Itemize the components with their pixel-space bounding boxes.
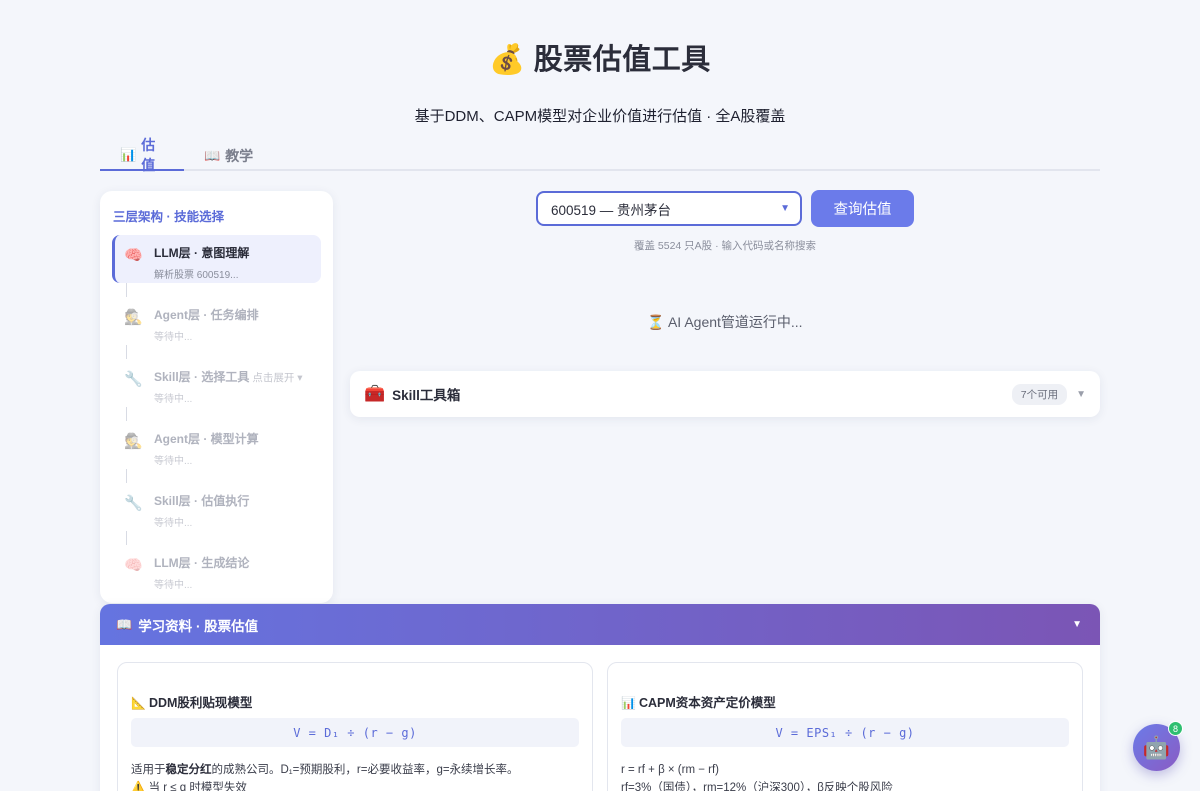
step-connector	[126, 407, 321, 421]
step-connector	[126, 283, 321, 297]
available-count-badge: 7个可用	[1011, 383, 1068, 405]
step-label: LLM层 · 生成结论	[154, 556, 250, 570]
pipeline-step-skill-execute[interactable]: 🔧 Skill层 · 估值执行 等待中...	[112, 483, 321, 531]
step-connector	[126, 531, 321, 545]
ddm-model-card: 📐 DDM股利贴现模型 V = D₁ ÷ (r − g) 适用于稳定分红的成熟公司…	[117, 662, 593, 791]
learning-panel-header[interactable]: 📖 学习资料 · 股票估值 ▼	[100, 604, 1100, 645]
step-label: Skill层 · 选择工具 点击展开 ▾	[154, 368, 303, 385]
toolbox-icon: 🧰	[364, 384, 386, 403]
desc-suffix: 的成熟公司。D₁=预期股利，r=必要收益率，g=永续增长率。	[211, 764, 519, 776]
desc-bold: 稳定分红	[165, 764, 212, 776]
model-cards: 📐 DDM股利贴现模型 V = D₁ ÷ (r − g) 适用于稳定分红的成熟公司…	[100, 645, 1100, 791]
card-title-text: DDM股利贴现模型	[148, 696, 253, 710]
pipeline-step-agent-orchestrate[interactable]: 🕵️ Agent层 · 任务编排 等待中...	[112, 297, 321, 345]
book-icon: 📖	[204, 147, 221, 163]
stock-select[interactable]: 600519 — 贵州茅台 ▼	[536, 191, 802, 226]
step-status: 等待中...	[154, 332, 193, 343]
brain-icon: 🧠	[124, 557, 143, 574]
step-status: 等待中...	[154, 580, 193, 591]
capm-formula-line: r = rf + β × (rm − rf)	[621, 764, 719, 776]
query-valuation-button[interactable]: 查询估值	[811, 190, 914, 227]
step-label: LLM层 · 意图理解	[154, 246, 250, 260]
pipeline-step-agent-compute[interactable]: 🕵️ Agent层 · 模型计算 等待中...	[112, 421, 321, 469]
triangle-ruler-icon: 📐	[131, 696, 146, 710]
stock-search-row: 600519 — 贵州茅台 ▼ 查询估值	[536, 190, 914, 227]
toolbox-title: Skill工具箱	[392, 388, 461, 403]
ddm-description: 适用于稳定分红的成熟公司。D₁=预期股利，r=必要收益率，g=永续增长率。 ⚠️…	[131, 761, 579, 791]
robot-icon: 🤖	[1142, 734, 1171, 760]
book-icon: 📖	[116, 616, 133, 632]
tab-bar: 📊 估值 📖 教学	[100, 137, 1100, 173]
card-title: 📐 DDM股利贴现模型	[131, 692, 579, 711]
learning-panel-title: 学习资料 · 股票估值	[138, 618, 259, 634]
step-status: 等待中...	[154, 456, 193, 467]
tab-valuation[interactable]: 📊 估值	[100, 137, 184, 173]
detective-icon: 🕵️	[124, 433, 143, 450]
money-bag-icon: 💰	[489, 44, 526, 76]
pipeline-step-skill-select[interactable]: 🔧 Skill层 · 选择工具 点击展开 ▾ 等待中...	[112, 359, 321, 407]
detective-icon: 🕵️	[124, 309, 143, 326]
step-status: 等待中...	[154, 518, 193, 529]
wrench-icon: 🔧	[124, 495, 143, 512]
chart-icon: 📊	[621, 696, 636, 710]
step-connector	[126, 345, 321, 359]
capm-description: r = rf + β × (rm − rf) rf=3%（国债），rm=12%（…	[621, 761, 1069, 791]
page-header: 💰 股票估值工具 基于DDM、CAPM模型对企业价值进行估值 · 全A股覆盖	[0, 0, 1200, 126]
tab-label: 估值	[141, 136, 156, 173]
step-label: Skill层 · 估值执行	[154, 494, 250, 508]
card-title-text: CAPM资本资产定价模型	[638, 696, 776, 710]
capm-model-card: 📊 CAPM资本资产定价模型 V = EPS₁ ÷ (r − g) r = rf …	[607, 662, 1083, 791]
card-title: 📊 CAPM资本资产定价模型	[621, 692, 1069, 711]
brain-icon: 🧠	[124, 247, 143, 264]
page-title-text: 股票估值工具	[533, 44, 711, 76]
chevron-down-icon[interactable]: ▼	[1072, 619, 1082, 630]
pipeline-step-llm-intent[interactable]: 🧠 LLM层 · 意图理解 解析股票 600519...	[112, 235, 321, 283]
stock-select-value: 600519 — 贵州茅台	[551, 202, 672, 218]
step-label: Agent层 · 任务编排	[154, 308, 259, 322]
expand-hint[interactable]: 点击展开 ▾	[252, 372, 302, 384]
ddm-warning: ⚠️ 当 r ≤ g 时模型失效	[131, 782, 247, 791]
chevron-down-icon[interactable]: ▼	[1076, 389, 1086, 400]
capm-formula: V = EPS₁ ÷ (r − g)	[621, 718, 1069, 747]
step-connector	[126, 469, 321, 483]
pipeline-step-llm-conclusion[interactable]: 🧠 LLM层 · 生成结论 等待中...	[112, 545, 321, 593]
tab-teaching[interactable]: 📖 教学	[184, 140, 273, 171]
step-label-text: Skill层 · 选择工具	[154, 370, 250, 384]
step-label: Agent层 · 模型计算	[154, 432, 259, 446]
notification-badge: 8	[1168, 721, 1183, 736]
learning-materials-panel: 📖 学习资料 · 股票估值 ▼ 📐 DDM股利贴现模型 V = D₁ ÷ (r −…	[100, 604, 1100, 791]
page-title: 💰 股票估值工具	[0, 36, 1200, 78]
sidebar-title: 三层架构 · 技能选择	[113, 210, 225, 224]
step-status: 等待中...	[154, 394, 193, 405]
ddm-formula: V = D₁ ÷ (r − g)	[131, 718, 579, 747]
step-status: 解析股票 600519...	[154, 270, 239, 281]
capm-params-line: rf=3%（国债），rm=12%（沪深300），β反映个股风险	[621, 782, 893, 791]
skill-toolbox-panel[interactable]: 🧰 Skill工具箱 7个可用 ▼	[350, 371, 1100, 417]
chevron-down-icon: ▼	[780, 203, 790, 214]
architecture-sidebar: 三层架构 · 技能选择 🧠 LLM层 · 意图理解 解析股票 600519...…	[100, 191, 333, 603]
tab-label: 教学	[225, 147, 254, 164]
coverage-hint: 覆盖 5524 只A股 · 输入代码或名称搜索	[633, 240, 817, 252]
page-subtitle: 基于DDM、CAPM模型对企业价值进行估值 · 全A股覆盖	[414, 108, 786, 125]
pipeline-running-status: ⏳ AI Agent管道运行中...	[647, 314, 803, 330]
desc-prefix: 适用于	[131, 764, 166, 776]
wrench-icon: 🔧	[124, 371, 143, 388]
chart-icon: 📊	[120, 146, 137, 162]
